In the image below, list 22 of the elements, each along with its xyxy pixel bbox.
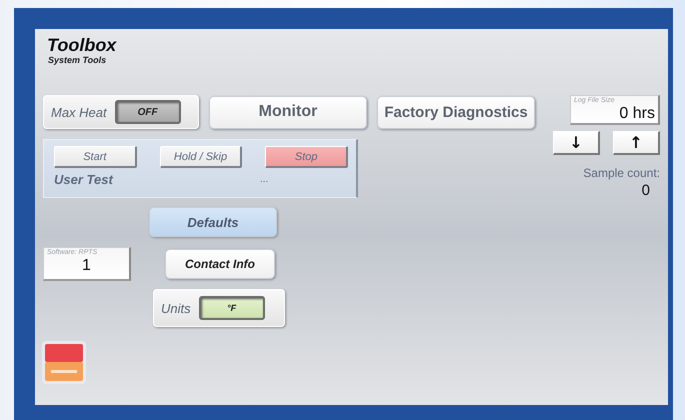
test-status: ... bbox=[260, 174, 268, 185]
test-button[interactable]: Start bbox=[54, 146, 137, 168]
sample-count-label: Sample count: bbox=[583, 166, 660, 180]
diagnostics-button[interactable]: Factory Diagnostics bbox=[377, 96, 535, 128]
units-toggle[interactable]: °F bbox=[198, 296, 265, 320]
monitor-button[interactable]: Monitor bbox=[209, 96, 367, 128]
page-title: Toolbox bbox=[47, 35, 118, 55]
page-subtitle: System Tools bbox=[48, 55, 108, 65]
app-badge-icon bbox=[41, 340, 87, 385]
log-file-size-value: 0 hrs bbox=[618, 105, 655, 123]
contact-info-button[interactable]: Contact Info bbox=[165, 249, 275, 279]
down-button[interactable]: ↓ bbox=[553, 131, 600, 155]
test-button[interactable]: Stop bbox=[265, 146, 348, 168]
up-button[interactable]: ↑ bbox=[613, 131, 660, 155]
max-heat-toggle[interactable]: OFF bbox=[114, 100, 181, 124]
sample-count-value: 0 bbox=[642, 182, 650, 199]
units-label: Units bbox=[161, 300, 191, 316]
user-test-label: User Test bbox=[54, 172, 114, 187]
defaults-button[interactable]: Defaults bbox=[149, 207, 277, 237]
max-heat-label: Max Heat bbox=[51, 104, 107, 120]
software-value: 1 bbox=[81, 257, 92, 275]
test-button[interactable]: Hold / Skip bbox=[160, 146, 242, 168]
